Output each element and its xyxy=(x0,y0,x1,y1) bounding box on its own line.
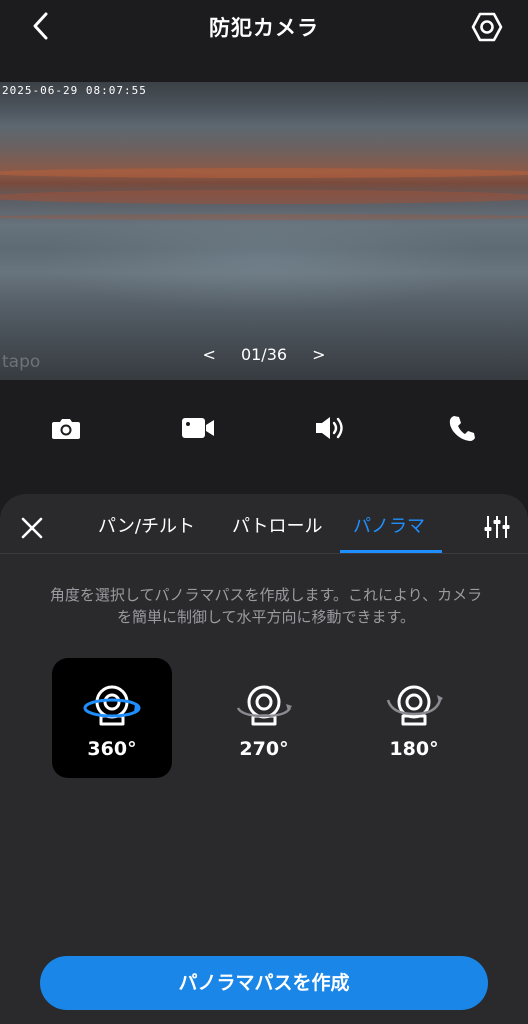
camera-icon xyxy=(52,419,80,439)
active-tab-indicator xyxy=(340,550,442,553)
page-title: 防犯カメラ xyxy=(209,16,319,40)
speaker-icon xyxy=(316,417,343,439)
tab-patrol[interactable]: パトロール xyxy=(232,512,323,538)
video-pager: < 01/36 > xyxy=(0,345,528,364)
pager-next-button[interactable]: > xyxy=(312,345,325,364)
record-button[interactable] xyxy=(180,410,216,446)
camera-180-icon xyxy=(386,685,443,726)
control-bar xyxy=(0,380,528,476)
pager-prev-button[interactable]: < xyxy=(202,345,215,364)
snapshot-button[interactable] xyxy=(48,410,84,446)
create-panorama-button[interactable]: パノラマパスを作成 xyxy=(40,956,488,1010)
live-video[interactable]: 2025-06-29 08:07:55 tapo < 01/36 > xyxy=(0,82,528,380)
option-180[interactable]: 180° xyxy=(354,658,474,778)
video-icon xyxy=(182,418,214,438)
header: 防犯カメラ xyxy=(0,0,528,56)
option-360-label: 360° xyxy=(87,738,137,760)
call-button[interactable] xyxy=(444,410,480,446)
video-timestamp: 2025-06-29 08:07:55 xyxy=(2,84,147,97)
option-270[interactable]: 270° xyxy=(204,658,324,778)
tab-panorama[interactable]: パノラマ xyxy=(353,512,425,538)
adjust-button[interactable] xyxy=(482,512,512,542)
ptz-panel: パン/チルト パトロール パノラマ 角度を選択してパノラマパスを作成します。これ… xyxy=(0,494,528,1024)
settings-button[interactable] xyxy=(470,10,504,44)
option-180-label: 180° xyxy=(389,738,439,760)
close-icon xyxy=(21,517,43,539)
sliders-icon xyxy=(484,516,510,538)
gear-icon xyxy=(471,12,503,42)
tab-pan-tilt[interactable]: パン/チルト xyxy=(98,512,195,538)
camera-360-icon xyxy=(83,685,141,726)
speaker-button[interactable] xyxy=(312,410,348,446)
phone-icon xyxy=(449,416,475,441)
panorama-description: 角度を選択してパノラマパスを作成します。これにより、カメラを簡単に制御して水平方… xyxy=(49,586,483,626)
option-270-label: 270° xyxy=(239,738,289,760)
pager-current: 01/36 xyxy=(240,345,288,364)
app-root: 防犯カメラ 2025-06-29 08:07:55 tapo < 01/36 > xyxy=(0,0,528,1024)
option-360[interactable]: 360° xyxy=(52,658,172,778)
tab-divider xyxy=(0,553,528,554)
camera-270-icon xyxy=(236,685,292,726)
close-button[interactable] xyxy=(18,514,46,542)
